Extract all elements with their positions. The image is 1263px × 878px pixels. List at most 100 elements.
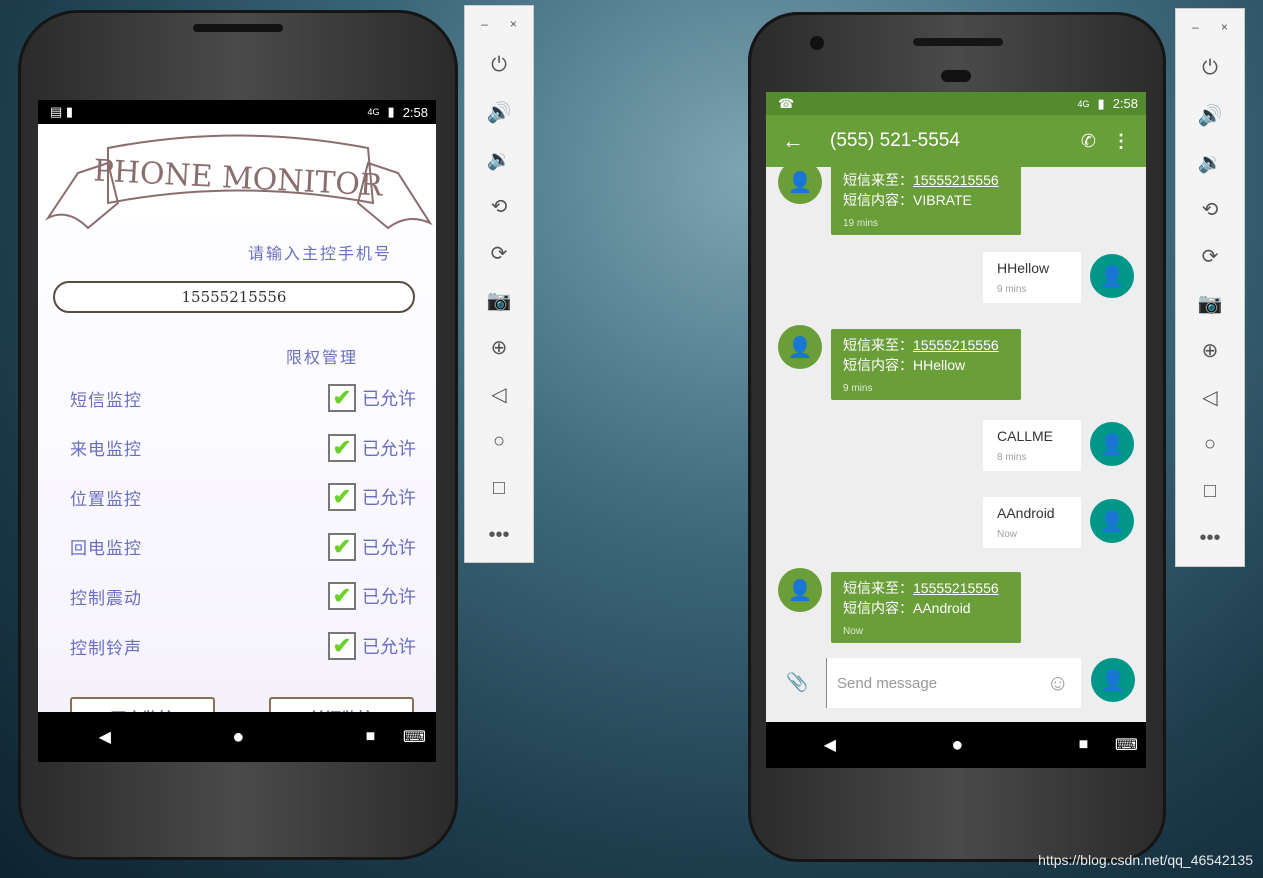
phone-monitor-logo: PHONE MONITOR: [45, 134, 433, 230]
permission-row: 控制震动 ✔ 已允许: [70, 576, 416, 616]
message-from-label: 短信来至：: [843, 337, 913, 353]
zoom-icon[interactable]: ⊕: [1202, 327, 1219, 374]
permission-checkbox[interactable]: ✔: [328, 582, 356, 611]
permission-checkbox[interactable]: ✔: [328, 433, 356, 462]
permission-row: 位置监控 ✔ 已允许: [70, 477, 416, 517]
permission-title: 限权管理: [286, 348, 359, 367]
permission-label: 控制震动: [70, 588, 142, 609]
recents-icon[interactable]: ■: [1079, 736, 1089, 754]
message-phone-link[interactable]: 15555215556: [913, 172, 999, 188]
incoming-message[interactable]: 短信来至：15555215556 短信内容：HHellow 9 mins: [831, 329, 1021, 400]
message-from-label: 短信来至：: [843, 580, 913, 596]
volume-up-icon[interactable]: 🔊: [487, 89, 512, 136]
message-time: Now: [997, 529, 1018, 540]
send-avatar-button[interactable]: 👤: [1091, 658, 1135, 702]
recents-icon[interactable]: ■: [366, 728, 376, 746]
permission-label: 控制铃声: [70, 638, 142, 659]
network-label: 4G: [1077, 98, 1090, 109]
volume-down-icon[interactable]: 🔉: [487, 136, 512, 183]
close-button[interactable]: ×: [1221, 20, 1228, 34]
message-phone-link[interactable]: 15555215556: [913, 580, 999, 596]
notification-icon: ▤ ▮: [50, 104, 74, 119]
keyboard-icon[interactable]: ⌨: [1115, 735, 1138, 755]
self-avatar: 👤: [1090, 254, 1134, 298]
controller-phone-value: 15555215556: [181, 288, 287, 306]
permission-status: 已允许: [362, 537, 416, 559]
status-time: 2:58: [402, 104, 428, 120]
home-icon[interactable]: ○: [1204, 421, 1216, 468]
right-screen: ☎ 4G ▮ 2:58 ← (555) 521-5554 ✆ ⋮ 👤 短信来至：…: [766, 92, 1146, 768]
home-icon[interactable]: ●: [232, 726, 244, 749]
status-time: 2:58: [1112, 96, 1138, 111]
message-time: Now: [843, 626, 864, 637]
navigation-bar: ◀ ● ■ ⌨: [38, 712, 436, 762]
left-emulator-toolbar: – × ⏻ 🔊 🔉 ⟲ ⟳ 📷 ⊕ ◁ ○ □ •••: [464, 5, 534, 563]
close-button[interactable]: ×: [510, 17, 517, 31]
power-icon[interactable]: ⏻: [1202, 45, 1218, 92]
home-icon[interactable]: ○: [493, 418, 505, 465]
message-content: 短信内容：HHellow: [843, 357, 966, 373]
permission-checkbox[interactable]: ✔: [328, 532, 356, 561]
attach-icon[interactable]: 📎: [786, 672, 808, 693]
missed-call-icon: ☎: [778, 95, 795, 111]
permission-status: 已允许: [362, 587, 416, 609]
more-icon[interactable]: •••: [1199, 515, 1220, 562]
phone-prompt-label: 请输入主控手机号: [248, 244, 393, 263]
outgoing-message[interactable]: AAndroid Now: [983, 497, 1081, 548]
back-arrow-icon[interactable]: ←: [782, 128, 804, 154]
minimize-button[interactable]: –: [481, 17, 488, 31]
emoji-icon[interactable]: ☺: [1047, 670, 1069, 696]
compose-placeholder: Send message: [837, 674, 938, 692]
permission-label: 回电监控: [70, 539, 142, 560]
earpiece: [193, 24, 283, 32]
app-bar: ← (555) 521-5554 ✆ ⋮: [766, 115, 1146, 167]
overview-icon[interactable]: □: [493, 465, 505, 512]
controller-phone-input[interactable]: 15555215556: [53, 281, 415, 313]
camera-icon[interactable]: 📷: [487, 277, 512, 324]
zoom-icon[interactable]: ⊕: [491, 324, 508, 371]
rotate-right-icon[interactable]: ⟳: [491, 230, 508, 277]
back-icon[interactable]: ◁: [491, 371, 506, 418]
left-screen: ▤ ▮ 4G ▮ 2:58 PHONE MONITOR 请输入主控手机号 155…: [38, 100, 436, 762]
message-text: CALLME: [997, 428, 1054, 444]
permission-checkbox[interactable]: ✔: [328, 384, 356, 412]
permission-checkbox[interactable]: ✔: [328, 632, 356, 660]
message-time: 19 mins: [843, 218, 879, 229]
incoming-message[interactable]: 短信来至：15555215556 短信内容：VIBRATE 19 mins: [831, 164, 1021, 235]
camera-icon[interactable]: 📷: [1198, 280, 1223, 327]
volume-up-icon[interactable]: 🔊: [1198, 92, 1223, 139]
compose-input[interactable]: Send message ☺: [826, 658, 1081, 708]
permission-label: 来电监控: [70, 440, 142, 461]
power-icon[interactable]: ⏻: [491, 42, 507, 89]
message-phone-link[interactable]: 15555215556: [913, 337, 999, 353]
outgoing-message[interactable]: HHellow 9 mins: [983, 252, 1081, 303]
contact-avatar: 👤: [778, 325, 822, 369]
message-from-label: 短信来至：: [843, 172, 913, 188]
self-avatar: 👤: [1090, 499, 1134, 543]
back-icon[interactable]: ◀: [99, 727, 111, 747]
back-icon[interactable]: ◁: [1202, 374, 1217, 421]
volume-down-icon[interactable]: 🔉: [1198, 139, 1223, 186]
permission-row: 回电监控 ✔ 已允许: [70, 527, 416, 567]
overview-icon[interactable]: □: [1204, 468, 1216, 515]
rotate-left-icon[interactable]: ⟲: [491, 183, 508, 230]
outgoing-message[interactable]: CALLME 8 mins: [983, 420, 1081, 471]
message-content: 短信内容：AAndroid: [843, 600, 971, 616]
permission-status: 已允许: [362, 637, 416, 658]
message-time: 8 mins: [997, 452, 1027, 463]
overflow-menu-icon[interactable]: ⋮: [1112, 131, 1130, 152]
rotate-right-icon[interactable]: ⟳: [1202, 233, 1219, 280]
network-label: 4G: [367, 107, 380, 117]
permission-row: 控制铃声 ✔ 已允许: [70, 626, 416, 666]
incoming-message[interactable]: 短信来至：15555215556 短信内容：AAndroid Now: [831, 572, 1021, 643]
back-icon[interactable]: ◀: [824, 735, 836, 755]
phone-call-icon[interactable]: ✆: [1081, 131, 1096, 152]
message-time: 9 mins: [997, 284, 1027, 295]
speaker-grille: [913, 38, 1003, 46]
permission-checkbox[interactable]: ✔: [328, 483, 356, 512]
rotate-left-icon[interactable]: ⟲: [1202, 186, 1219, 233]
home-icon[interactable]: ●: [951, 734, 963, 757]
more-icon[interactable]: •••: [488, 512, 509, 559]
minimize-button[interactable]: –: [1192, 20, 1199, 34]
keyboard-icon[interactable]: ⌨: [403, 727, 426, 747]
